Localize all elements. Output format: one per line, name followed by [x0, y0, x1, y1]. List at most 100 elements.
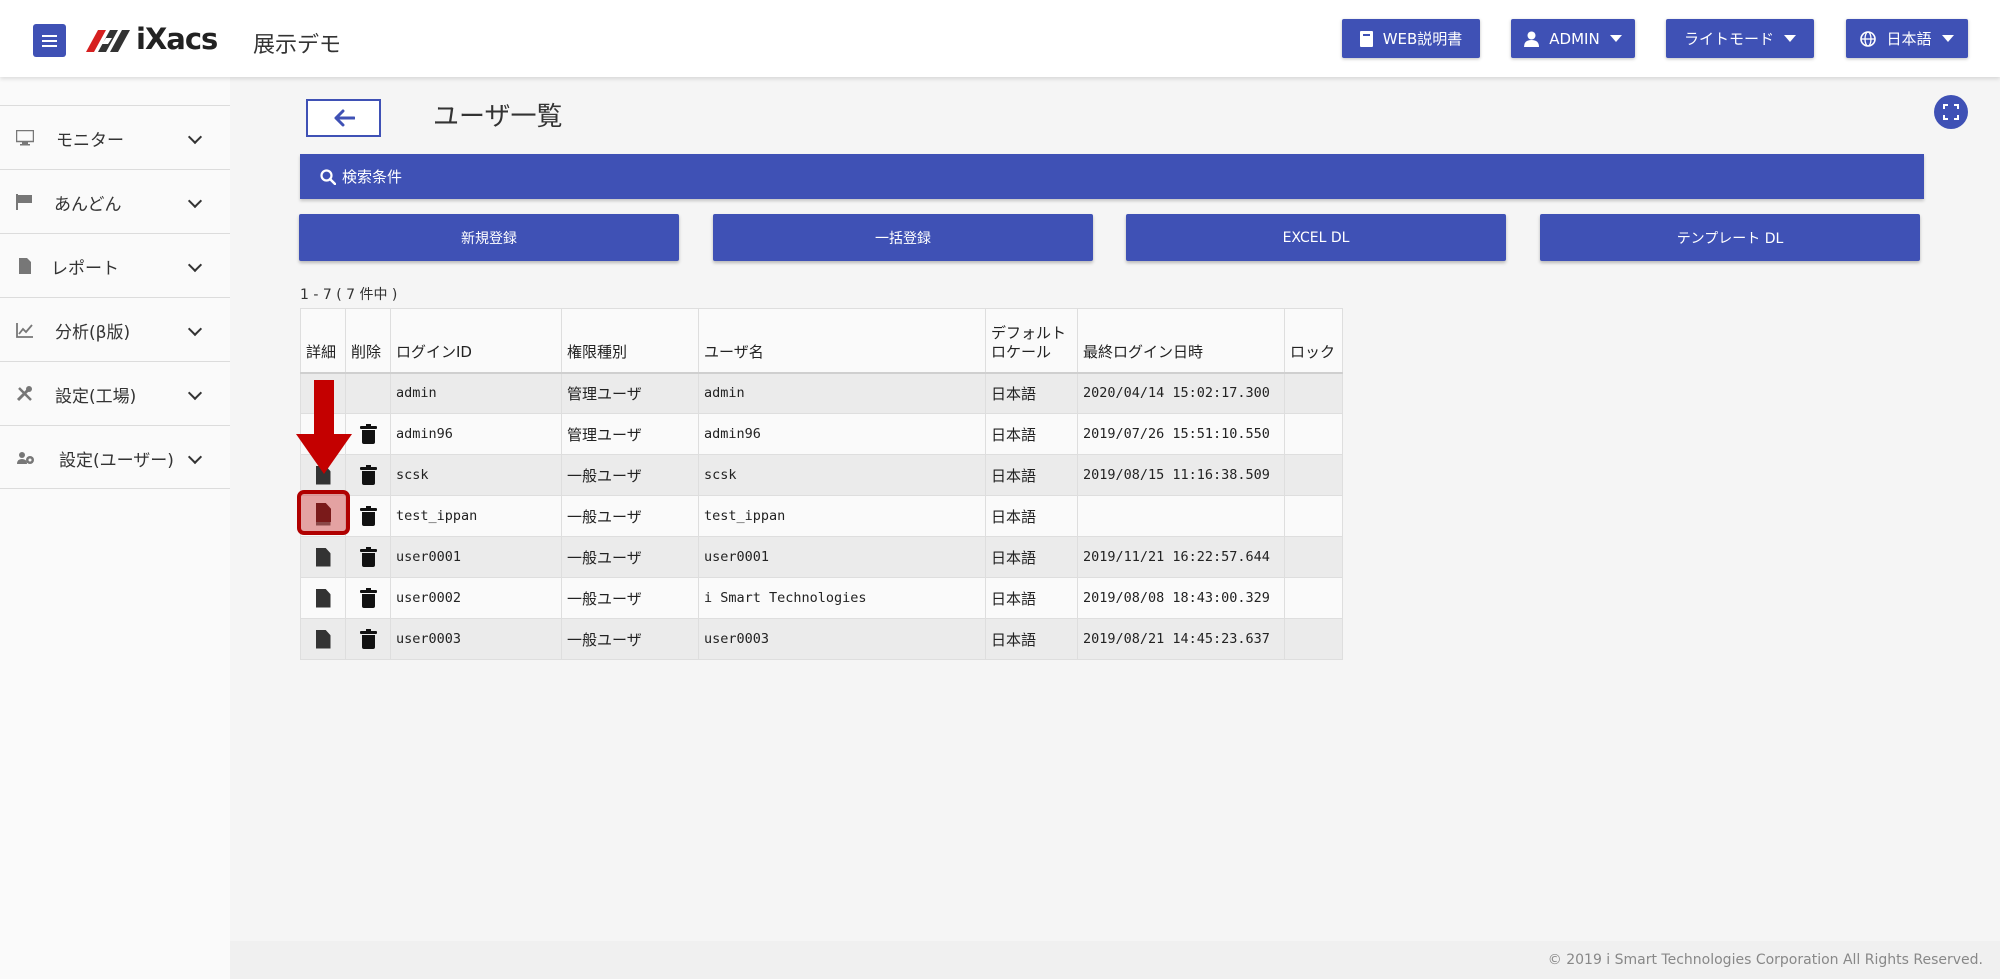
- sidebar-item-label: モニター: [56, 131, 124, 151]
- trash-icon[interactable]: [359, 506, 377, 526]
- chevron-down-icon: [187, 257, 203, 273]
- detail-file-icon[interactable]: [315, 588, 331, 608]
- web-manual-button[interactable]: WEB説明書: [1342, 19, 1480, 58]
- role-cell: 一般ユーザ: [561, 495, 699, 537]
- sidebar-item-analysis[interactable]: 分析(β版): [0, 297, 230, 361]
- language-select-button[interactable]: 日本語: [1846, 19, 1968, 58]
- locale-cell: 日本語: [985, 413, 1078, 455]
- back-button[interactable]: [306, 99, 381, 137]
- web-manual-label: WEB説明書: [1382, 30, 1463, 48]
- last-login-cell: 2019/08/21 14:45:23.637: [1077, 618, 1285, 660]
- login-id-cell: user0003: [390, 618, 562, 660]
- app-title: 展示デモ: [253, 33, 342, 58]
- user-name-cell: user0001: [698, 536, 986, 578]
- fullscreen-button[interactable]: [1934, 95, 1968, 129]
- column-header-role[interactable]: 権限種別: [561, 308, 699, 374]
- table-row: scsk 一般ユーザ scsk 日本語 2019/08/15 11:16:38.…: [300, 454, 1343, 496]
- column-header-user-name[interactable]: ユーザ名: [698, 308, 986, 374]
- locale-header-line-2: ロケール: [991, 342, 1052, 361]
- user-menu-button[interactable]: ADMIN: [1511, 19, 1635, 58]
- lock-cell: [1284, 372, 1343, 414]
- login-id-cell: admin: [390, 372, 562, 414]
- caret-down-icon: [1609, 35, 1622, 42]
- lock-cell: [1284, 495, 1343, 537]
- theme-toggle-button[interactable]: ライトモード: [1666, 19, 1814, 58]
- trash-icon[interactable]: [359, 465, 377, 485]
- monitor-icon: [16, 130, 34, 146]
- lock-cell: [1284, 413, 1343, 455]
- search-conditions-bar[interactable]: 検索条件: [300, 154, 1924, 199]
- sidebar-item-report[interactable]: レポート: [0, 233, 230, 297]
- template-download-button[interactable]: テンプレート DL: [1540, 214, 1920, 261]
- sidebar-item-monitor[interactable]: モニター: [0, 105, 230, 169]
- locale-cell: 日本語: [985, 618, 1078, 660]
- chart-line-icon: [16, 323, 33, 338]
- table-row: user0001 一般ユーザ user0001 日本語 2019/11/21 1…: [300, 536, 1343, 578]
- brand-logo[interactable]: iXacs: [86, 22, 218, 56]
- role-cell: 一般ユーザ: [561, 618, 699, 660]
- chevron-down-icon: [187, 321, 203, 337]
- table-row: user0002 一般ユーザ i Smart Technologies 日本語 …: [300, 577, 1343, 619]
- sidebar-item-label: あんどん: [54, 195, 122, 215]
- hamburger-menu-button[interactable]: [33, 24, 66, 57]
- annotation-arrow-icon: [296, 380, 352, 474]
- top-header: iXacs 展示デモ WEB説明書 ADMIN ライトモード 日本語: [0, 0, 2000, 77]
- login-id-cell: user0002: [390, 577, 562, 619]
- role-cell: 管理ユーザ: [561, 413, 699, 455]
- bulk-registration-button[interactable]: 一括登録: [713, 214, 1093, 261]
- last-login-cell: 2019/08/08 18:43:00.329: [1077, 577, 1285, 619]
- login-id-cell: test_ippan: [390, 495, 562, 537]
- column-header-lock[interactable]: ロック: [1284, 308, 1343, 374]
- expand-icon: [1943, 104, 1959, 120]
- column-header-last-login[interactable]: 最終ログイン日時: [1077, 308, 1285, 374]
- user-icon: [1524, 31, 1540, 47]
- trash-icon[interactable]: [359, 424, 377, 444]
- locale-header-line-1: デフォルト: [991, 323, 1067, 342]
- caret-down-icon: [1941, 35, 1954, 42]
- column-header-detail: 詳細: [300, 308, 346, 374]
- brand-name: iXacs: [136, 22, 218, 56]
- sidebar-item-label: レポート: [51, 259, 119, 279]
- detail-file-icon[interactable]: [315, 629, 331, 649]
- new-registration-button[interactable]: 新規登録: [299, 214, 679, 261]
- sidebar-item-user-settings[interactable]: 設定(ユーザー): [0, 425, 230, 489]
- users-cog-icon: [17, 452, 34, 464]
- login-id-cell: user0001: [390, 536, 562, 578]
- login-id-cell: admin96: [390, 413, 562, 455]
- column-header-login-id[interactable]: ログインID: [390, 308, 562, 374]
- lock-cell: [1284, 618, 1343, 660]
- trash-icon[interactable]: [359, 629, 377, 649]
- table-row: test_ippan 一般ユーザ test_ippan 日本語: [300, 495, 1343, 537]
- sidebar-item-factory-settings[interactable]: 設定(工場): [0, 361, 230, 425]
- users-table: 詳細 削除 ログインID 権限種別 ユーザ名 デフォルト ロケール 最終ログイン日…: [300, 308, 1343, 660]
- globe-icon: [1860, 30, 1877, 47]
- user-name-cell: i Smart Technologies: [698, 577, 986, 619]
- copyright-text: © 2019 i Smart Technologies Corporation …: [1547, 952, 1983, 968]
- highlighted-file-icon: [316, 503, 331, 522]
- sidebar-item-andon[interactable]: あんどん: [0, 169, 230, 233]
- record-count: 1 - 7 ( 7 件中 ): [300, 287, 398, 303]
- sidebar-item-label: 設定(工場): [55, 387, 137, 407]
- search-icon: [320, 168, 336, 185]
- chevron-down-icon: [187, 193, 203, 209]
- chevron-down-icon: [187, 129, 203, 145]
- file-icon: [19, 258, 31, 274]
- role-cell: 一般ユーザ: [561, 454, 699, 496]
- arrow-left-icon: [334, 109, 355, 127]
- lock-cell: [1284, 577, 1343, 619]
- last-login-cell: 2019/07/26 15:51:10.550: [1077, 413, 1285, 455]
- trash-icon[interactable]: [359, 588, 377, 608]
- menu-icon: [42, 39, 57, 42]
- detail-file-icon[interactable]: [315, 547, 331, 567]
- role-cell: 一般ユーザ: [561, 577, 699, 619]
- annotation-highlight: [297, 490, 350, 535]
- sidebar-item-label: 設定(ユーザー): [59, 451, 174, 471]
- role-cell: 管理ユーザ: [561, 372, 699, 414]
- last-login-cell: 2019/11/21 16:22:57.644: [1077, 536, 1285, 578]
- trash-icon[interactable]: [359, 547, 377, 567]
- sidebar: モニター あんどん レポート 分析(β版) 設定(工場) 設定(ユーザー): [0, 77, 230, 979]
- column-header-locale[interactable]: デフォルト ロケール: [985, 308, 1078, 374]
- theme-label: ライトモード: [1683, 30, 1774, 48]
- excel-download-button[interactable]: EXCEL DL: [1126, 214, 1506, 261]
- flag-icon: [16, 194, 32, 210]
